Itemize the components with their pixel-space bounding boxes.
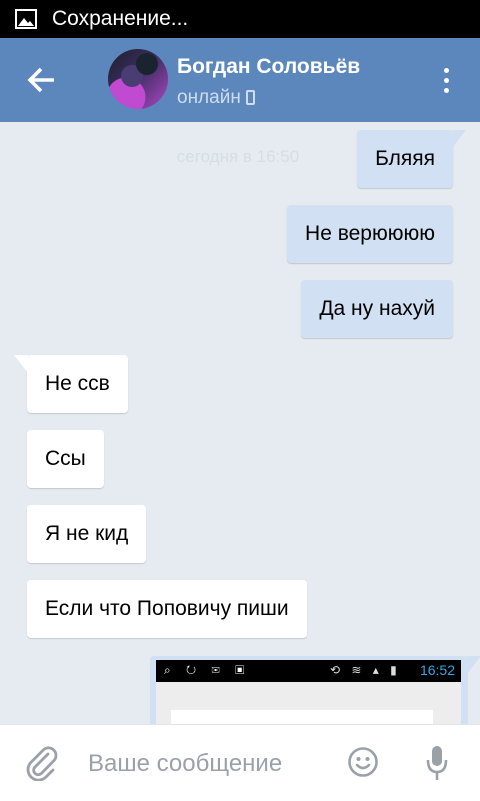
image-icon <box>15 9 37 29</box>
chat-header: Богдан Соловьёв онлайн <box>0 38 480 122</box>
compose-bar <box>0 724 480 801</box>
mobile-phone-icon <box>245 90 255 105</box>
message-bubble-incoming[interactable]: Не ссв <box>14 355 128 413</box>
message-bubble-incoming[interactable]: Ссы <box>27 430 104 488</box>
microphone-icon[interactable] <box>426 745 448 783</box>
message-text: Я не кид <box>45 522 129 545</box>
smiley-icon[interactable] <box>347 746 379 778</box>
thumbnail-system-icons: ⟲ ≋ ▴ ▮ <box>330 663 401 677</box>
message-bubble-incoming[interactable]: Я не кид <box>27 505 147 563</box>
online-status-text: онлайн <box>177 87 241 108</box>
message-text: Не ссв <box>45 372 110 395</box>
message-text: Бляяя <box>375 147 435 170</box>
paperclip-icon[interactable] <box>24 745 60 781</box>
arrow-left-icon[interactable] <box>22 62 62 98</box>
contact-status: онлайн <box>177 87 255 109</box>
message-text: Ссы <box>45 447 86 470</box>
thumbnail-content <box>171 710 433 724</box>
thumbnail-notification-icons: ⌕ ↻ ✉ ▣ <box>164 663 251 677</box>
message-bubble-incoming[interactable]: Если что Поповичу пиши <box>27 580 307 638</box>
date-separator: сегодня в 16:50 <box>176 147 300 166</box>
message-bubble-outgoing[interactable]: Да ну нахуй <box>301 280 453 338</box>
more-vertical-icon[interactable] <box>436 66 456 96</box>
contact-name[interactable]: Богдан Соловьёв <box>177 55 360 79</box>
message-bubble-outgoing[interactable]: Не верюююю <box>287 205 453 263</box>
message-text: Не верюююю <box>305 222 435 245</box>
message-list[interactable]: сегодня в 16:50 Бляяя Не верюююю Да ну н… <box>0 122 480 724</box>
image-message-outgoing[interactable]: ⌕ ↻ ✉ ▣ ⟲ ≋ ▴ ▮ 16:52 <box>150 656 480 724</box>
thumbnail-status-bar: ⌕ ↻ ✉ ▣ ⟲ ≋ ▴ ▮ 16:52 <box>156 660 461 682</box>
avatar[interactable] <box>108 49 168 109</box>
screenshot-thumbnail: ⌕ ↻ ✉ ▣ ⟲ ≋ ▴ ▮ 16:52 <box>156 660 461 724</box>
thumbnail-clock: 16:52 <box>419 662 455 678</box>
status-text: Сохранение... <box>52 7 189 30</box>
message-text: Если что Поповичу пиши <box>45 597 289 620</box>
status-bar: Сохранение... <box>0 0 480 38</box>
message-input[interactable] <box>86 739 330 789</box>
message-bubble-outgoing[interactable]: Бляяя <box>357 130 466 188</box>
message-text: Да ну нахуй <box>319 297 435 320</box>
